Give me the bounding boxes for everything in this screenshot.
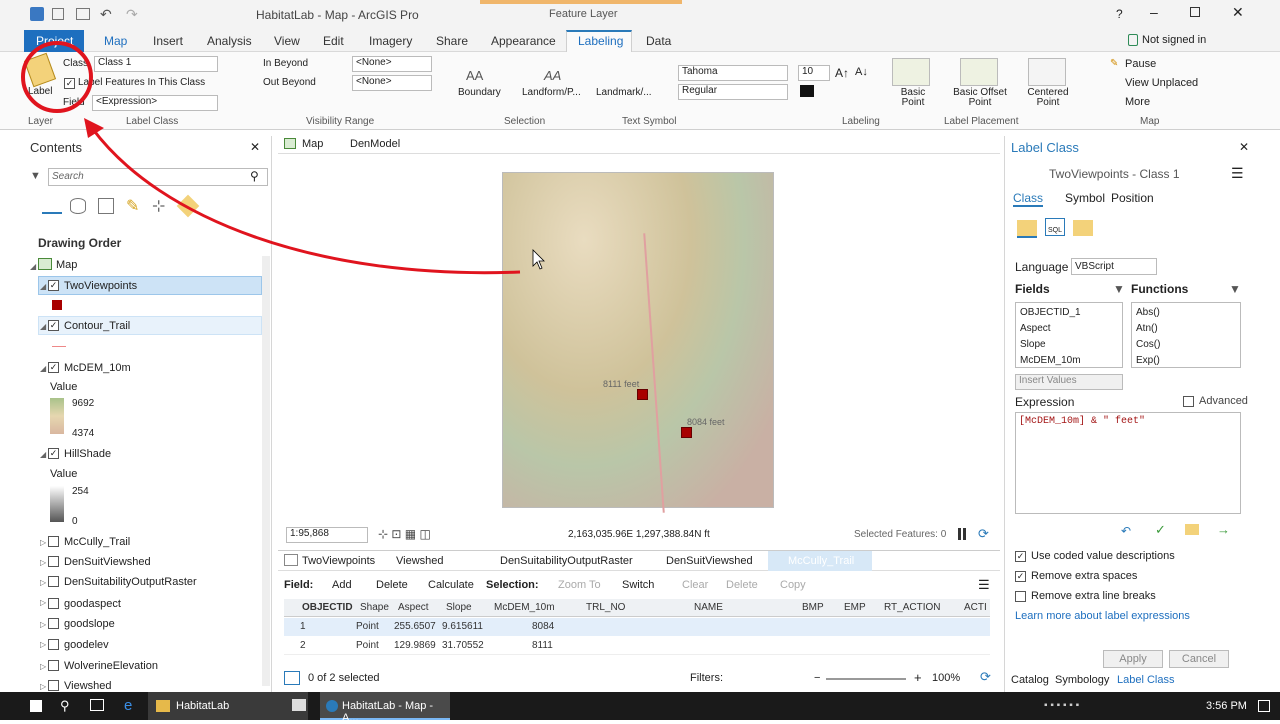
arcgis-icon [326,700,338,712]
search-icon[interactable]: ⚲ [60,698,70,714]
notifications-icon[interactable] [1258,700,1270,712]
folder-icon [156,700,170,712]
system-tray-icons[interactable]: ▪ ▪ ▪ ▪ ▪ ▪ [1044,700,1154,712]
taskbar-item-arcgis[interactable]: HabitatLab - Map - A... [320,692,450,724]
annotation-arrow [90,127,521,275]
windows-start-icon[interactable] [30,700,42,712]
taskbar-label: HabitatLab - Map - A... [342,700,434,724]
taskbar: ⚲ e HabitatLab HabitatLab - Map - A... ▪… [0,692,1280,724]
task-view-icon[interactable] [90,699,104,711]
store-icon[interactable] [292,699,306,711]
annotation-circle [21,41,93,113]
edge-icon[interactable]: e [124,697,132,714]
annotation-overlay [21,41,545,275]
taskbar-item-explorer[interactable]: HabitatLab [148,692,308,720]
clock: 3:56 PM [1206,700,1247,712]
arrow-head [84,118,104,138]
taskbar-label: HabitatLab [176,700,230,712]
mouse-cursor [532,249,545,270]
